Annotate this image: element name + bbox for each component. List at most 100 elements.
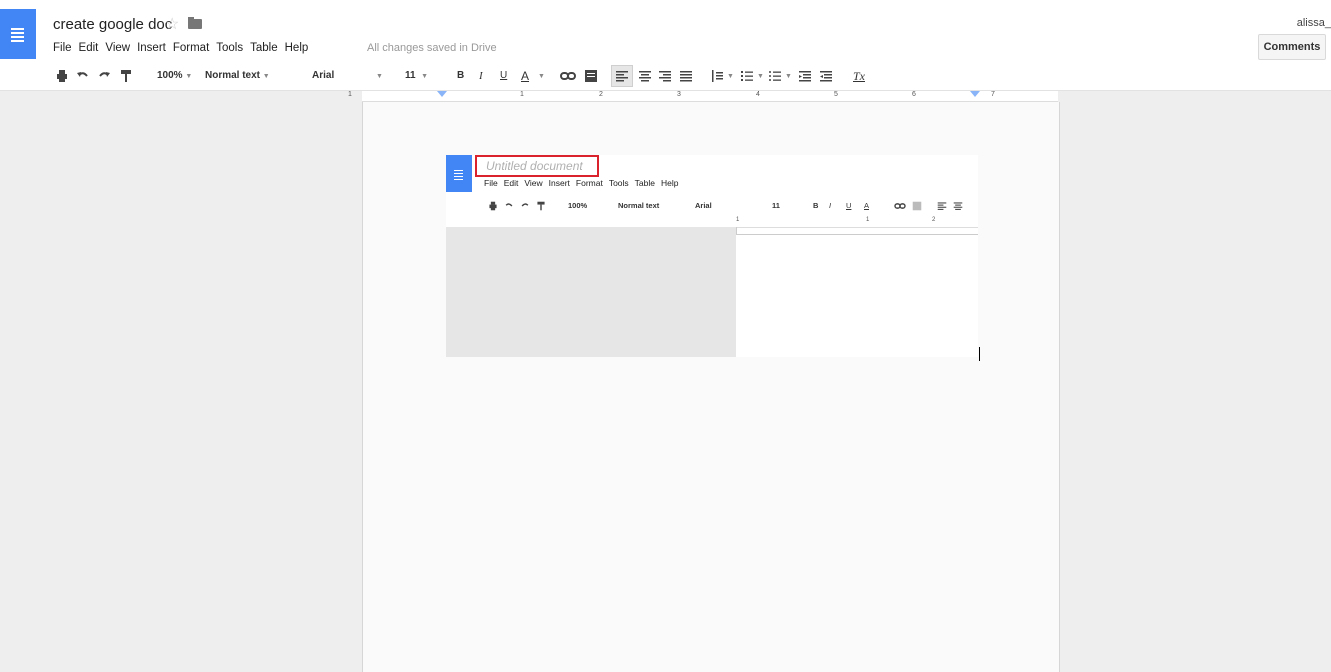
embedded-menu-tools: Tools xyxy=(608,178,629,188)
align-left-icon[interactable] xyxy=(615,69,629,83)
bulleted-list-icon[interactable] xyxy=(768,69,782,83)
embedded-toolbar: 100% Normal text Arial 11 B I U A xyxy=(446,196,978,216)
font-value: Arial xyxy=(312,70,335,81)
undo-icon[interactable] xyxy=(76,69,90,83)
embedded-zoom: 100% xyxy=(568,201,588,210)
align-center-icon[interactable] xyxy=(638,69,652,83)
style-value: Normal text xyxy=(205,70,261,81)
ruler-label: 7 xyxy=(991,91,995,98)
bulleted-list-caret[interactable]: ▼ xyxy=(785,69,792,83)
menu-insert[interactable]: Insert xyxy=(137,42,166,54)
align-left-icon xyxy=(937,202,947,210)
chevron-down-icon: ▼ xyxy=(727,73,734,80)
document-title[interactable]: create google doc xyxy=(53,16,172,33)
decrease-indent-icon[interactable] xyxy=(798,69,812,83)
line-spacing-caret[interactable]: ▼ xyxy=(727,69,734,83)
chevron-down-icon: ▼ xyxy=(785,73,792,80)
embedded-bold: B xyxy=(813,201,819,210)
embedded-underline: U xyxy=(846,201,852,210)
font-size-select[interactable]: 11 ▼ xyxy=(405,69,428,83)
text-color-button[interactable]: A xyxy=(521,69,529,83)
embedded-menu-format: Format xyxy=(575,178,603,188)
align-center-icon xyxy=(953,202,963,210)
chevron-down-icon: ▼ xyxy=(376,73,383,80)
embedded-menu-edit: Edit xyxy=(503,178,519,188)
title-highlight-box xyxy=(475,155,599,177)
zoom-select[interactable]: 100% ▼ xyxy=(157,69,192,83)
link-icon xyxy=(894,203,906,209)
style-select[interactable]: Normal text ▼ xyxy=(205,69,270,83)
embedded-menu-bar: File Edit View Insert Format Tools Table Help xyxy=(484,178,684,188)
menu-edit[interactable]: Edit xyxy=(79,42,99,54)
comment-icon xyxy=(912,201,922,211)
docs-logo-icon[interactable] xyxy=(0,9,36,59)
redo-icon[interactable] xyxy=(97,69,111,83)
font-size-value: 11 xyxy=(405,70,416,81)
ruler-label: 5 xyxy=(834,91,838,98)
paint-format-icon xyxy=(537,201,545,211)
formatting-toolbar: 100% ▼ Normal text ▼ Arial ▼ 11 ▼ B I U … xyxy=(0,62,1331,91)
chevron-down-icon: ▼ xyxy=(262,73,270,80)
paint-format-icon[interactable] xyxy=(119,69,133,83)
menu-view[interactable]: View xyxy=(105,42,130,54)
embedded-ruler-label: 2 xyxy=(932,217,936,223)
chevron-down-icon: ▼ xyxy=(421,73,429,80)
numbered-list-icon[interactable] xyxy=(740,69,754,83)
increase-indent-icon[interactable] xyxy=(819,69,833,83)
embedded-canvas-area xyxy=(446,227,737,357)
embedded-text-color: A xyxy=(864,201,870,210)
embedded-font-size: 11 xyxy=(772,201,780,210)
embedded-page xyxy=(736,234,978,357)
embedded-menu-insert: Insert xyxy=(548,178,570,188)
comments-button[interactable]: Comments xyxy=(1258,34,1326,60)
top-bar: create google doc ☆ File Edit View Insert Fo… xyxy=(0,0,1331,62)
italic-button[interactable]: I xyxy=(479,69,483,83)
line-spacing-icon[interactable] xyxy=(710,69,724,83)
chevron-down-icon: ▼ xyxy=(757,73,764,80)
ruler-label: 2 xyxy=(599,91,603,98)
font-select[interactable]: Arial xyxy=(312,69,334,83)
folder-icon[interactable] xyxy=(188,17,202,29)
link-icon[interactable] xyxy=(560,69,576,83)
clear-format-icon[interactable]: Tx xyxy=(853,69,865,83)
star-icon[interactable]: ☆ xyxy=(165,14,179,34)
indent-marker[interactable] xyxy=(437,91,447,97)
menu-table[interactable]: Table xyxy=(250,42,278,54)
right-indent-marker[interactable] xyxy=(970,91,980,97)
menu-tools[interactable]: Tools xyxy=(216,42,243,54)
ruler: 1 1 2 3 4 5 6 7 xyxy=(348,91,1058,102)
print-icon xyxy=(489,201,497,211)
user-name[interactable]: alissa_ xyxy=(1297,17,1331,29)
text-cursor xyxy=(979,347,980,361)
undo-icon xyxy=(505,203,513,207)
embedded-screenshot[interactable]: Untitled document File Edit View Insert Form… xyxy=(446,155,978,357)
save-status: All changes saved in Drive xyxy=(367,42,497,54)
redo-icon xyxy=(521,203,529,207)
align-right-icon[interactable] xyxy=(658,69,672,83)
ruler-label: 4 xyxy=(756,91,760,98)
font-select-caret[interactable]: ▼ xyxy=(376,69,383,83)
menu-help[interactable]: Help xyxy=(285,42,309,54)
underline-button[interactable]: U xyxy=(500,69,507,83)
bold-button[interactable]: B xyxy=(457,69,464,83)
embedded-menu-file: File xyxy=(484,178,498,188)
ruler-label: 1 xyxy=(348,91,352,98)
zoom-value: 100% xyxy=(157,70,183,81)
embedded-ruler-label: 1 xyxy=(866,217,870,223)
justify-icon[interactable] xyxy=(679,69,693,83)
menu-file[interactable]: File xyxy=(53,42,72,54)
embedded-menu-help: Help xyxy=(661,178,679,188)
chevron-down-icon: ▼ xyxy=(185,73,193,80)
text-color-caret[interactable]: ▼ xyxy=(538,69,545,83)
chevron-down-icon: ▼ xyxy=(538,73,545,80)
numbered-list-caret[interactable]: ▼ xyxy=(757,69,764,83)
menu-format[interactable]: Format xyxy=(173,42,209,54)
embedded-menu-view: View xyxy=(524,178,543,188)
ruler-label: 1 xyxy=(520,91,524,98)
embedded-ruler-label: 1 xyxy=(736,217,740,223)
embedded-font: Arial xyxy=(695,201,712,210)
print-icon[interactable] xyxy=(55,69,69,83)
embedded-italic: I xyxy=(829,201,832,210)
comment-icon[interactable] xyxy=(584,69,598,83)
menu-bar: File Edit View Insert Format Tools Table Help xyxy=(53,42,315,54)
